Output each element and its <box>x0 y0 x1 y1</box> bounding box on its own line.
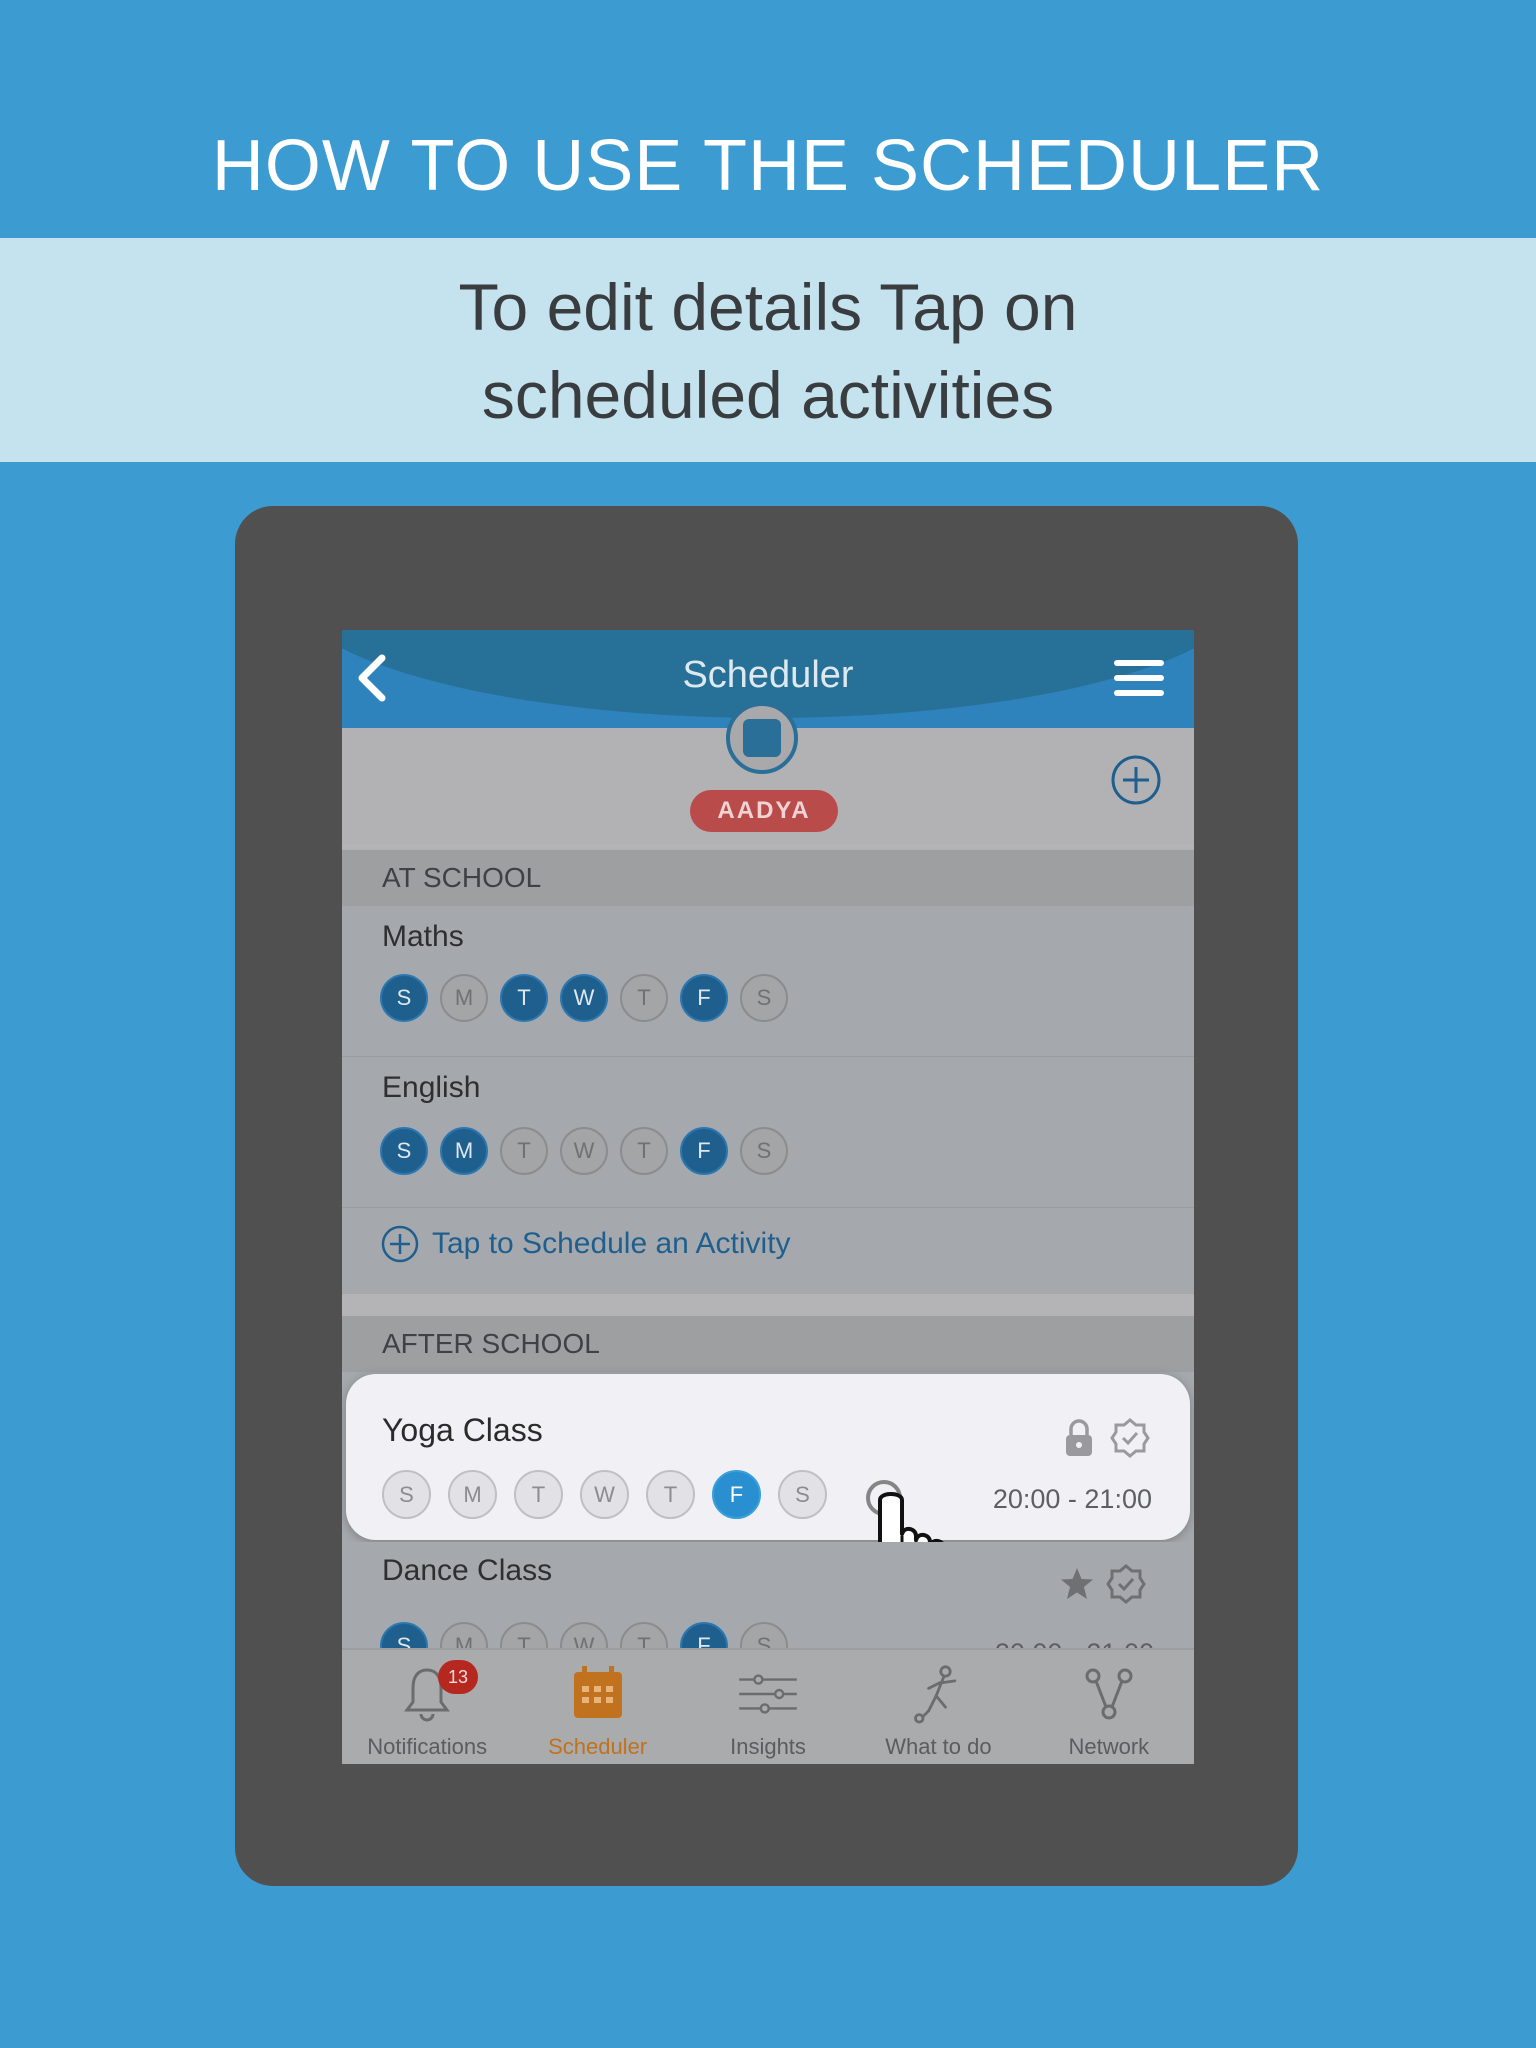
tab-label: What to do <box>885 1734 992 1759</box>
calendar-icon <box>726 702 798 774</box>
profile-name-badge[interactable]: AADYA <box>690 790 838 832</box>
notification-count-badge: 13 <box>438 1660 478 1694</box>
section-header-after-school: AFTER SCHOOL <box>342 1316 1194 1372</box>
tab-label: Insights <box>730 1734 806 1759</box>
activity-name: Dance Class <box>382 1554 553 1587</box>
day-toggle-wednesday[interactable]: W <box>560 1127 608 1175</box>
tab-scheduler[interactable]: Scheduler <box>512 1650 682 1764</box>
day-toggle-wednesday[interactable]: W <box>580 1470 629 1519</box>
day-toggle-friday[interactable]: F <box>680 974 728 1022</box>
day-toggle-monday[interactable]: M <box>440 974 488 1022</box>
activity-name: Maths <box>382 920 464 953</box>
tab-insights[interactable]: Insights <box>683 1650 853 1764</box>
tab-network[interactable]: Network <box>1024 1650 1194 1764</box>
activity-time: 20:00 - 21:00 <box>992 1484 1152 1514</box>
day-toggle-sunday[interactable]: S <box>380 1127 428 1175</box>
hamburger-menu-icon[interactable] <box>1112 656 1166 700</box>
activity-card-yoga[interactable]: Yoga Class SMTWTFS 20:00 - 21:00 <box>346 1374 1190 1540</box>
activity-name: English <box>382 1071 481 1104</box>
day-toggle-thursday[interactable]: T <box>620 974 668 1022</box>
calendar-icon <box>573 1666 622 1718</box>
bottom-tab-bar: 13 Notifications Scheduler Insights What… <box>342 1648 1194 1764</box>
activity-row-english[interactable]: English SMTWTFS <box>342 1057 1194 1207</box>
tutorial-subtitle-band: To edit details Tap on scheduled activit… <box>0 238 1536 462</box>
profile-area: AADYA <box>342 702 1194 844</box>
day-toggle-monday[interactable]: M <box>448 1470 497 1519</box>
app-screen: Scheduler AADYA AT SCHOOL Maths SMTWTFS <box>342 630 1194 1764</box>
day-toggle-thursday[interactable]: T <box>620 1127 668 1175</box>
tab-label: Scheduler <box>548 1734 648 1759</box>
activity-row-maths[interactable]: Maths SMTWTFS <box>342 906 1194 1056</box>
tutorial-subtitle: To edit details Tap on scheduled activit… <box>0 263 1536 439</box>
tab-what-to-do[interactable]: What to do <box>853 1650 1023 1764</box>
day-toggle-monday[interactable]: M <box>440 1127 488 1175</box>
section-header-at-school: AT SCHOOL <box>342 850 1194 906</box>
schedule-link-label: Tap to Schedule an Activity <box>432 1227 791 1260</box>
schedule-activity-link[interactable]: Tap to Schedule an Activity <box>380 1224 791 1264</box>
tab-label: Network <box>1068 1734 1150 1759</box>
tutorial-title: HOW TO USE THE SCHEDULER <box>211 126 1325 206</box>
lock-icon[interactable] <box>1063 1418 1095 1458</box>
sliders-icon <box>739 1674 797 1714</box>
day-toggle-friday[interactable]: F <box>712 1470 761 1519</box>
activity-row-dance[interactable]: Dance Class SMTWTFS 20:00 - 21:00 <box>342 1542 1194 1670</box>
day-toggle-friday[interactable]: F <box>680 1127 728 1175</box>
day-toggle-saturday[interactable]: S <box>740 1127 788 1175</box>
day-selector: SMTWTFS <box>380 1127 788 1175</box>
tab-notifications[interactable]: 13 Notifications <box>342 1650 512 1764</box>
day-toggle-saturday[interactable]: S <box>778 1470 827 1519</box>
day-toggle-tuesday[interactable]: T <box>500 974 548 1022</box>
star-icon[interactable] <box>1059 1566 1095 1602</box>
subtitle-line-2: scheduled activities <box>481 358 1055 432</box>
verified-check-icon[interactable] <box>1110 1418 1150 1458</box>
day-toggle-tuesday[interactable]: T <box>514 1470 563 1519</box>
verified-check-icon[interactable] <box>1106 1564 1146 1604</box>
tab-label: Notifications <box>367 1734 488 1759</box>
header-title: Scheduler <box>682 654 854 696</box>
day-toggle-saturday[interactable]: S <box>740 974 788 1022</box>
plus-circle-icon[interactable] <box>1110 754 1162 806</box>
day-toggle-tuesday[interactable]: T <box>500 1127 548 1175</box>
day-toggle-sunday[interactable]: S <box>380 974 428 1022</box>
subtitle-line-1: To edit details Tap on <box>458 270 1078 344</box>
day-toggle-wednesday[interactable]: W <box>560 974 608 1022</box>
day-toggle-sunday[interactable]: S <box>382 1470 431 1519</box>
network-icon <box>1085 1668 1133 1720</box>
activity-name: Yoga Class <box>382 1412 543 1448</box>
day-selector: SMTWTFS <box>382 1470 827 1519</box>
plus-circle-icon <box>381 1225 419 1263</box>
day-toggle-thursday[interactable]: T <box>646 1470 695 1519</box>
tablet-frame: Scheduler AADYA AT SCHOOL Maths SMTWTFS <box>235 506 1298 1886</box>
soccer-player-icon <box>914 1665 957 1724</box>
day-selector: SMTWTFS <box>380 974 788 1022</box>
